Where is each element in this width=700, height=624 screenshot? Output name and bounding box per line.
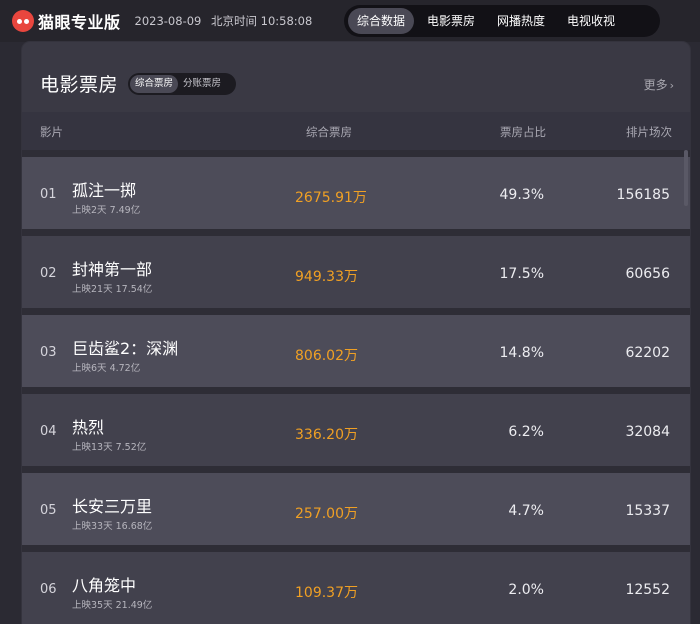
film-name: 长安三万里 [72, 497, 153, 516]
film-release-info: 上映2天 7.49亿 [72, 205, 141, 216]
box-office-value: 806.02万 [295, 348, 358, 364]
row-rank: 05 [40, 503, 57, 518]
box-office-type-toggle: 综合票房 分账票房 [128, 73, 236, 95]
panel-header: 电影票房 综合票房 分账票房 更多 › [22, 42, 690, 112]
row-rank: 03 [40, 345, 57, 360]
box-office-panel: 电影票房 综合票房 分账票房 更多 › 影片 综合票房 票房占比 排片场次 01 … [22, 42, 690, 624]
tab-web-heat[interactable]: 网播热度 [488, 8, 554, 34]
logo[interactable]: 猫眼专业版 [12, 9, 121, 33]
segment-comprehensive[interactable]: 综合票房 [130, 75, 179, 93]
top-nav: 综合数据 电影票房 网播热度 电视收视 [344, 5, 660, 37]
screenings-value: 12552 [625, 582, 670, 598]
screenings-value: 62202 [625, 345, 670, 361]
box-office-value: 2675.91万 [295, 190, 367, 206]
film-name: 封神第一部 [72, 260, 153, 279]
box-office-value: 109.37万 [295, 585, 358, 601]
panel-title: 电影票房 [40, 74, 119, 96]
more-link[interactable]: 更多 › [644, 76, 674, 93]
share-value: 2.0% [508, 582, 544, 598]
table-row[interactable]: 05 长安三万里 上映33天 16.68亿 257.00万 4.7% 15337 [22, 466, 690, 545]
table-row[interactable]: 06 八角笼中 上映35天 21.49亿 109.37万 2.0% 12552 [22, 545, 690, 624]
share-value: 4.7% [508, 503, 544, 519]
column-header-film: 影片 [40, 125, 63, 139]
film-release-info: 上映33天 16.68亿 [72, 521, 153, 532]
row-rank: 02 [40, 266, 57, 281]
screenings-value: 15337 [625, 503, 670, 519]
table-row[interactable]: 01 孤注一掷 上映2天 7.49亿 2675.91万 49.3% 156185 [22, 150, 690, 229]
film-name: 热烈 [72, 418, 105, 437]
share-value: 14.8% [499, 345, 544, 361]
table-row[interactable]: 04 热烈 上映13天 7.52亿 336.20万 6.2% 32084 [22, 387, 690, 466]
column-header-box-office: 综合票房 [306, 125, 352, 139]
film-release-info: 上映35天 21.49亿 [72, 600, 153, 611]
screenings-value: 32084 [625, 424, 670, 440]
share-value: 6.2% [508, 424, 544, 440]
more-label: 更多 [643, 78, 668, 92]
chevron-right-icon: › [669, 79, 674, 92]
scrollbar[interactable] [684, 150, 688, 206]
share-value: 17.5% [499, 266, 544, 282]
tab-tv-ratings[interactable]: 电视收视 [558, 8, 624, 34]
film-name: 八角笼中 [72, 576, 137, 595]
row-rank: 06 [40, 582, 57, 597]
film-release-info: 上映13天 7.52亿 [72, 442, 147, 453]
column-header-share: 票房占比 [500, 125, 546, 139]
datetime: 2023-08-09 北京时间 10:58:08 [135, 13, 313, 29]
cat-eye-logo-icon [12, 10, 34, 32]
share-value: 49.3% [499, 187, 544, 203]
current-date: 2023-08-09 [134, 14, 202, 28]
table-row[interactable]: 03 巨齿鲨2：深渊 上映6天 4.72亿 806.02万 14.8% 6220… [22, 308, 690, 387]
box-office-value: 336.20万 [295, 427, 358, 443]
top-bar: 猫眼专业版 2023-08-09 北京时间 10:58:08 综合数据 电影票房… [0, 0, 700, 42]
logo-text: 猫眼专业版 [38, 13, 121, 32]
screenings-value: 156185 [616, 187, 670, 203]
film-release-info: 上映21天 17.54亿 [72, 284, 153, 295]
box-office-value: 949.33万 [295, 269, 358, 285]
row-rank: 04 [40, 424, 57, 439]
table-row[interactable]: 02 封神第一部 上映21天 17.54亿 949.33万 17.5% 6065… [22, 229, 690, 308]
box-office-value: 257.00万 [295, 506, 358, 522]
row-rank: 01 [40, 187, 57, 202]
column-header-screenings: 排片场次 [626, 125, 672, 139]
segment-split[interactable]: 分账票房 [178, 75, 226, 93]
table-header: 影片 综合票房 票房占比 排片场次 [22, 112, 690, 150]
film-name: 巨齿鲨2：深渊 [72, 339, 179, 358]
current-time: 北京时间 10:58:08 [211, 14, 313, 28]
film-name: 孤注一掷 [72, 181, 137, 200]
film-release-info: 上映6天 4.72亿 [72, 363, 141, 374]
screenings-value: 60656 [625, 266, 670, 282]
tab-comprehensive-data[interactable]: 综合数据 [348, 8, 415, 34]
tab-movie-box-office[interactable]: 电影票房 [418, 8, 484, 34]
